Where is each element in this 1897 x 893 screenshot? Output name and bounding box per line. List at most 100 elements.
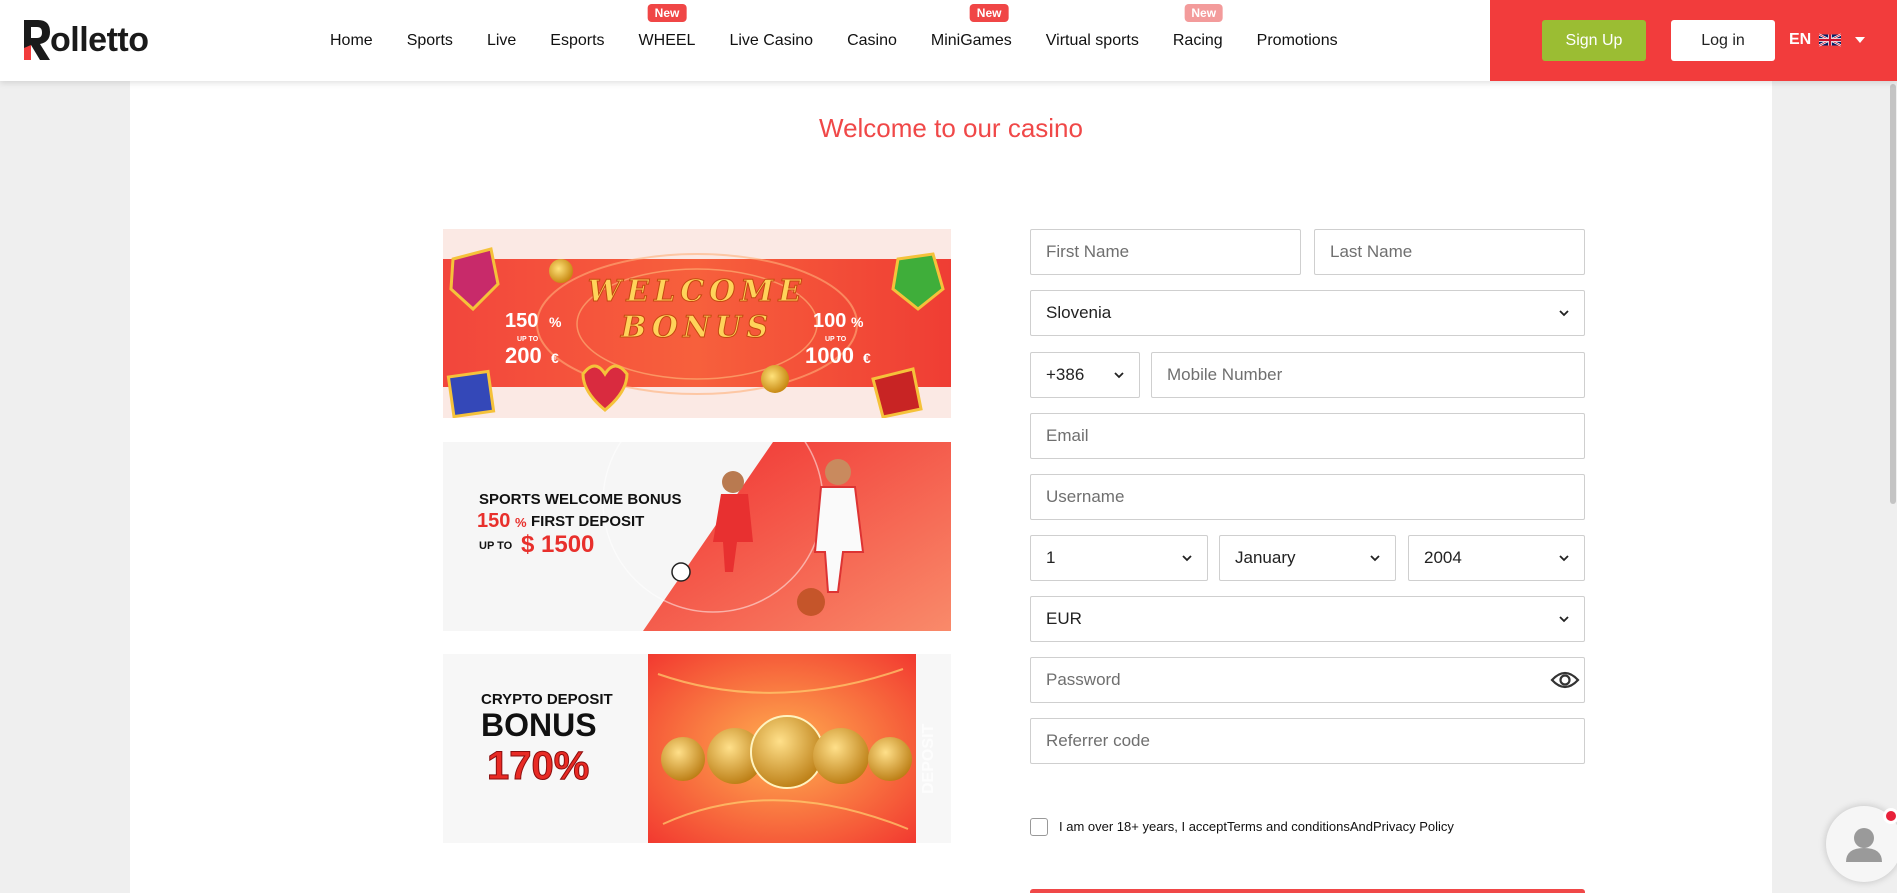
nav-item-live-casino[interactable]: Live Casino — [729, 32, 813, 50]
right-bonus-pct-sign: % — [851, 314, 864, 330]
new-badge: New — [969, 3, 1009, 22]
country-select[interactable]: Slovenia — [1030, 290, 1585, 336]
left-bonus-currency: € — [551, 350, 559, 366]
chevron-down-icon — [1182, 555, 1192, 562]
terms-checkbox[interactable] — [1030, 818, 1048, 836]
birth-month-value: January — [1235, 548, 1296, 567]
nav-label: Home — [330, 31, 373, 49]
terms-prefix: I am over 18+ years, I accept — [1059, 819, 1227, 834]
left-bonus-amount: 200 — [505, 343, 542, 368]
birth-year-select[interactable]: 2004 — [1408, 535, 1585, 581]
nav-item-casino[interactable]: Casino — [847, 32, 897, 50]
birth-month-select[interactable]: January — [1219, 535, 1396, 581]
crypto-bonus-pct: 170% — [487, 744, 589, 788]
page-title: Welcome to our casino — [819, 113, 1083, 143]
nav-item-live[interactable]: Live — [487, 32, 516, 50]
privacy-policy-link[interactable]: Privacy Policy — [1373, 819, 1454, 834]
nav-label: WHEEL — [638, 31, 696, 49]
submit-button[interactable] — [1030, 889, 1585, 893]
new-badge: New — [647, 3, 687, 22]
new-badge: New — [1184, 3, 1224, 22]
coin-icon — [549, 259, 573, 283]
nav-item-home[interactable]: Home — [330, 32, 373, 50]
mobile-number-input[interactable] — [1151, 352, 1585, 398]
currency-value: EUR — [1046, 609, 1082, 628]
left-bonus-upto: UP TO — [517, 336, 539, 343]
birth-year-value: 2004 — [1424, 548, 1462, 567]
phone-code-value: +386 — [1046, 365, 1085, 384]
right-bonus-currency: € — [863, 350, 871, 366]
birth-day-select[interactable]: 1 — [1030, 535, 1208, 581]
sports-bonus-pct-sign: % — [515, 515, 527, 530]
birth-day-value: 1 — [1046, 548, 1056, 567]
sports-bonus-upto: UP TO — [479, 540, 513, 552]
nav-item-esports[interactable]: Esports — [550, 32, 604, 50]
sports-bonus-amount: $ 1500 — [521, 531, 594, 558]
nav-item-virtual-sports[interactable]: Virtual sports — [1046, 32, 1139, 50]
eye-icon[interactable] — [1550, 669, 1580, 691]
nav-label: MiniGames — [930, 31, 1012, 49]
log-in-button[interactable]: Log in — [1671, 20, 1775, 61]
nav-item-minigames[interactable]: New MiniGames — [930, 3, 1012, 50]
bitcoin-coin-icon — [750, 715, 824, 789]
crypto-side-text: DEPOSIT — [920, 724, 937, 794]
nav-item-racing[interactable]: New Racing — [1172, 3, 1224, 50]
email-input[interactable] — [1030, 413, 1585, 459]
chevron-down-icon — [1370, 555, 1380, 562]
username-input[interactable] — [1030, 474, 1585, 520]
terms-and: And — [1349, 819, 1373, 834]
coin-icon — [868, 737, 912, 781]
welcome-title-line1: WELCOME — [588, 274, 807, 309]
spade-gem-icon — [871, 367, 923, 418]
country-value: Slovenia — [1046, 303, 1112, 322]
right-bonus-upto: UP TO — [825, 336, 847, 343]
chevron-down-icon — [1559, 310, 1569, 317]
sign-up-button[interactable]: Sign Up — [1542, 20, 1646, 61]
right-bonus-pct: 100 — [813, 310, 846, 332]
currency-select[interactable]: EUR — [1030, 596, 1585, 642]
chevron-down-icon — [1855, 37, 1866, 43]
terms-link[interactable]: Terms and conditions — [1227, 819, 1350, 834]
notification-dot — [1883, 808, 1897, 824]
diamond-gem-icon — [446, 369, 496, 418]
sports-bonus-banner[interactable]: SPORTS WELCOME BONUS 150 % FIRST DEPOSIT… — [443, 442, 951, 631]
nav-label: Esports — [550, 31, 605, 49]
scrollbar-thumb[interactable] — [1890, 84, 1896, 504]
crypto-bonus-banner[interactable]: DEPOSIT CRYPTO DEPOSIT BONUS 170% — [443, 654, 951, 843]
language-code: EN — [1789, 31, 1812, 48]
referrer-code-input[interactable] — [1030, 718, 1585, 764]
welcome-bonus-banner[interactable]: WELCOME BONUS 150 % UP TO 200 € 100 % UP… — [443, 229, 951, 418]
nav-item-promotions[interactable]: Promotions — [1257, 32, 1338, 50]
auth-bar: Sign Up Log in EN — [1490, 0, 1897, 81]
coin-icon — [761, 365, 789, 393]
password-input[interactable] — [1030, 657, 1585, 703]
chevron-down-icon — [1559, 555, 1569, 562]
nav-label: Sports — [406, 31, 453, 49]
phone-code-select[interactable]: +386 — [1030, 352, 1140, 398]
ripple-coin-icon — [813, 728, 869, 784]
nav-item-wheel[interactable]: New WHEEL — [638, 3, 696, 50]
terms-text: I am over 18+ years, I acceptTerms and c… — [1059, 819, 1454, 834]
language-selector[interactable]: EN — [1789, 28, 1866, 52]
crypto-bonus-line2: BONUS — [481, 707, 597, 743]
crypto-bonus-line1: CRYPTO DEPOSIT — [481, 691, 613, 708]
logo-text: olletto — [50, 20, 149, 59]
nav-label: Promotions — [1256, 31, 1338, 49]
left-bonus-pct-sign: % — [549, 314, 562, 330]
first-name-input[interactable] — [1030, 229, 1301, 275]
nav-label: Casino — [847, 31, 897, 49]
site-header: olletto Home Sports Live Esports New WHE… — [0, 0, 1897, 81]
nav-label: Racing — [1172, 31, 1223, 49]
last-name-input[interactable] — [1314, 229, 1585, 275]
sports-bonus-pct: 150 — [477, 510, 510, 532]
uk-flag-icon — [1819, 33, 1842, 47]
logo[interactable]: olletto — [20, 18, 149, 62]
nav-label: Live Casino — [729, 31, 814, 49]
logo-mark-icon — [24, 20, 50, 60]
right-bonus-amount: 1000 — [805, 343, 854, 368]
chevron-down-icon — [1114, 372, 1124, 379]
chevron-down-icon — [1559, 616, 1569, 623]
nav-label: Live — [486, 31, 517, 49]
nav-item-sports[interactable]: Sports — [407, 32, 453, 50]
welcome-title-line2: BONUS — [620, 310, 773, 345]
